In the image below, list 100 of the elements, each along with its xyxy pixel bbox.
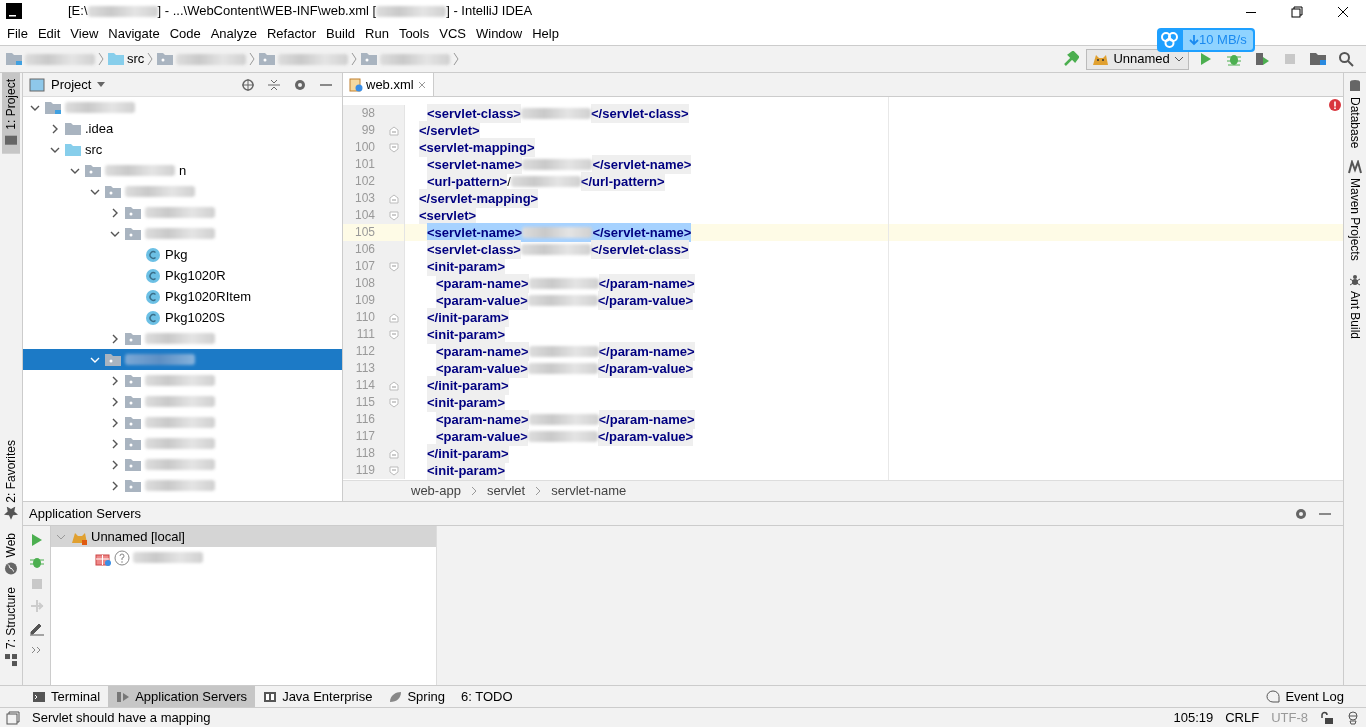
package-icon (125, 415, 141, 430)
menu-item[interactable]: Help (527, 23, 564, 44)
line-number: 107 (343, 258, 383, 275)
lock-icon[interactable] (1320, 710, 1334, 725)
fold-end-icon[interactable] (388, 312, 399, 323)
fold-end-icon[interactable] (388, 380, 399, 391)
tree-item[interactable]: Pkg (23, 244, 342, 265)
blurred-text (528, 278, 599, 289)
package-icon (125, 436, 141, 451)
settings-icon[interactable] (293, 78, 307, 93)
package-icon (125, 373, 141, 388)
chevron-icon (147, 52, 154, 66)
tool-window-tab[interactable]: Web (2, 526, 20, 581)
web-icon (4, 560, 18, 575)
tool-window-tab[interactable]: Ant Build (1346, 267, 1364, 346)
menu-item[interactable]: Analyze (205, 23, 262, 44)
chevron-right-icon (110, 333, 120, 344)
servers-icon (116, 689, 131, 704)
tool-window-tab[interactable]: 6: TODO (453, 685, 521, 708)
tree-item[interactable]: .idea (23, 118, 342, 139)
error-icon[interactable] (1329, 99, 1341, 111)
package-icon (125, 394, 141, 409)
menu-item[interactable]: View (65, 23, 104, 44)
tree-item[interactable]: n (23, 160, 342, 181)
menu-item[interactable]: VCS (434, 23, 471, 44)
tool-window-tab[interactable]: Application Servers (108, 685, 256, 708)
stop-icon[interactable] (1282, 51, 1298, 67)
line-number: 99 (343, 122, 383, 139)
folder-grid-icon[interactable] (1310, 51, 1326, 67)
tool-window-tab[interactable]: 2: Favorites (2, 433, 20, 527)
tree-item[interactable]: Pkg1020RItem (23, 286, 342, 307)
fold-start-icon[interactable] (388, 397, 399, 408)
panel-toggle-icon[interactable] (6, 710, 20, 725)
panel-title[interactable]: Project (51, 74, 92, 95)
menu-item[interactable]: Refactor (261, 23, 322, 44)
fold-start-icon[interactable] (388, 142, 399, 153)
code-text: </servlet-name> (592, 154, 692, 175)
package-icon (125, 478, 141, 493)
blurred-text (65, 102, 135, 113)
menu-item[interactable]: Build (321, 23, 360, 44)
blurred-text (125, 354, 195, 365)
menu-item[interactable]: Run (360, 23, 394, 44)
coverage-icon[interactable] (1254, 51, 1270, 67)
chevron-right-icon (110, 417, 120, 428)
window-title: ] - ...\WebContent\WEB-INF\web.xml [ (157, 2, 377, 21)
blurred-text (145, 480, 215, 491)
tool-window-tab[interactable]: Event Log (1258, 685, 1352, 708)
chevron-right-icon (110, 438, 120, 449)
blurred-text (510, 176, 581, 187)
code-text: <servlet-class> (427, 103, 521, 124)
menu-item[interactable]: Window (470, 23, 528, 44)
editor-tab[interactable]: web.xml (343, 73, 434, 96)
menu-item[interactable]: Code (164, 23, 206, 44)
blurred-text (527, 431, 598, 442)
search-icon[interactable] (1338, 51, 1354, 67)
line-number: 111 (343, 326, 383, 343)
breadcrumb-item[interactable]: src (108, 49, 158, 69)
run-config-dropdown[interactable]: Unnamed (1086, 48, 1189, 70)
fold-start-icon[interactable] (388, 261, 399, 272)
tool-window-tab[interactable]: Database (1346, 73, 1364, 155)
blurred-text (527, 363, 598, 374)
restore-icon[interactable] (1289, 3, 1305, 20)
tool-window-tab[interactable]: Java Enterprise (255, 685, 381, 708)
tool-window-tab[interactable]: Maven Projects (1346, 154, 1364, 268)
fold-end-icon[interactable] (388, 448, 399, 459)
tree-item[interactable]: src (23, 139, 342, 160)
server-item[interactable]: Unnamed [local] (51, 526, 436, 547)
tool-window-tab[interactable]: Terminal (24, 685, 109, 708)
chevron-right-icon (110, 459, 120, 470)
menu-item[interactable]: File (2, 23, 33, 44)
blurred-text (528, 346, 599, 357)
tree-item[interactable]: Pkg1020S (23, 307, 342, 328)
settings-icon[interactable] (1294, 507, 1308, 522)
collapse-icon[interactable] (267, 78, 281, 93)
tool-window-tab[interactable]: Spring (380, 685, 454, 708)
menu-item[interactable]: Tools (393, 23, 435, 44)
blurred-text (133, 552, 203, 563)
breadcrumb-item[interactable]: servlet-name (551, 481, 627, 501)
tool-window-tab[interactable]: 7: Structure (2, 580, 20, 673)
menu-item[interactable]: Edit (32, 23, 66, 44)
line-number: 114 (343, 377, 383, 394)
fold-start-icon[interactable] (388, 329, 399, 340)
fold-end-icon[interactable] (388, 125, 399, 136)
tree-item[interactable]: Pkg1020R (23, 265, 342, 286)
line-number: 108 (343, 275, 383, 292)
fold-start-icon[interactable] (388, 210, 399, 221)
fold-end-icon[interactable] (388, 193, 399, 204)
crosshair-icon[interactable] (241, 78, 255, 93)
breadcrumb-item[interactable]: web-app (411, 481, 461, 501)
tree-item[interactable] (23, 349, 342, 370)
breadcrumb-item[interactable]: servlet (486, 481, 526, 501)
cursor-position[interactable]: 105:19 (1173, 707, 1214, 727)
package-icon (105, 352, 121, 367)
class-icon (145, 289, 161, 304)
structure-icon (4, 653, 18, 667)
hammer-icon[interactable] (1063, 51, 1080, 67)
menu-item[interactable]: Navigate (103, 23, 165, 44)
tool-window-tab[interactable]: 1: Project (2, 73, 20, 154)
fold-start-icon[interactable] (388, 465, 399, 476)
line-separator[interactable]: CRLF (1225, 707, 1260, 727)
